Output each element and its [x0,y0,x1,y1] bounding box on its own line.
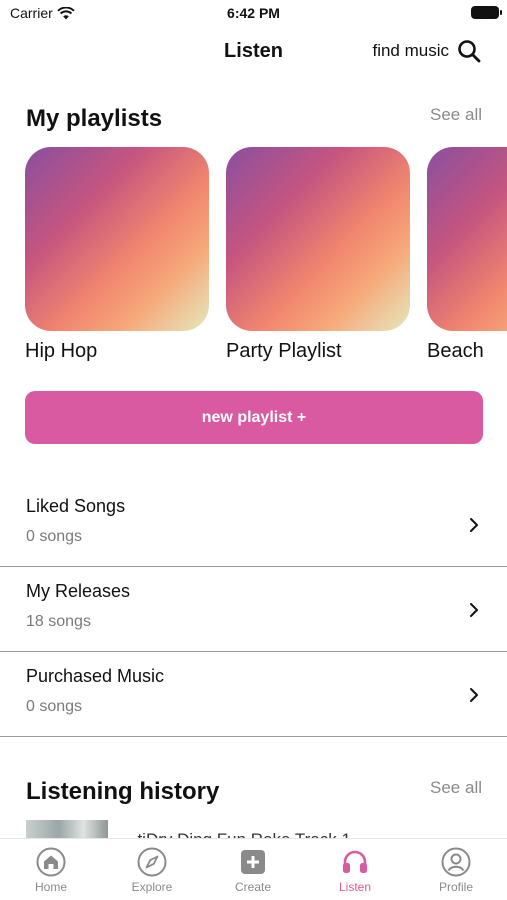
tab-home-label: Home [34,880,67,894]
tab-home[interactable]: Home [11,847,91,894]
library-row-title: Purchased Music [26,666,165,686]
playlist-card-label: Beach [427,340,484,362]
playlist-carousel[interactable]: Hip Hop Party Playlist Beach [0,147,507,367]
status-bar: Carrier 6:42 PM [0,0,507,28]
playlists-see-all-link[interactable]: See all [430,105,482,125]
playlist-card-label: Hip Hop [25,340,98,362]
playlist-card-label: Party Playlist [226,340,342,362]
playlist-card[interactable]: Hip Hop [25,147,209,363]
library-row-title: My Releases [26,581,131,601]
search-icon [458,40,481,63]
history-see-all-link[interactable]: See all [430,778,482,798]
playlist-card[interactable]: Party Playlist [226,147,410,363]
library-row-my-releases[interactable]: My Releases 18 songs [0,567,507,652]
history-section-title: Listening history [26,778,220,805]
playlist-cover [226,147,410,331]
playlist-cover [25,147,209,331]
tab-explore[interactable]: Explore [112,847,192,894]
chevron-right-icon [470,518,478,532]
find-music-button[interactable]: find music [372,39,481,63]
library-row-liked-songs[interactable]: Liked Songs 0 songs [0,482,507,567]
compass-icon [137,847,167,877]
library-row-count: 0 songs [26,698,83,715]
battery-icon [471,6,502,19]
plus-square-icon [241,850,265,874]
headphones-icon [343,850,367,873]
playlists-section-title: My playlists [26,105,163,132]
library-row-title: Liked Songs [26,496,126,516]
tab-bar: Home Explore Create Listen Profile [0,838,507,900]
tab-create[interactable]: Create [213,847,293,894]
chevron-right-icon [470,688,478,702]
tab-create-label: Create [234,880,272,894]
playlist-cover [427,147,507,331]
listen-screen: Carrier 6:42 PM Listen find music My pla… [0,0,507,900]
playlist-card[interactable]: Beach [427,147,507,363]
find-music-label: find music [372,41,449,60]
profile-icon [441,847,471,877]
tab-listen[interactable]: Listen [315,847,395,894]
status-time: 6:42 PM [227,5,280,21]
library-row-count: 18 songs [26,613,91,630]
tab-profile[interactable]: Profile [416,847,496,894]
home-icon [36,847,66,877]
tab-listen-label: Listen [338,880,372,894]
tab-profile-label: Profile [438,880,473,894]
library-row-count: 0 songs [26,528,83,545]
new-playlist-button[interactable]: new playlist + [25,391,483,444]
tab-explore-label: Explore [131,880,173,894]
chevron-right-icon [470,603,478,617]
library-row-purchased-music[interactable]: Purchased Music 0 songs [0,652,507,737]
